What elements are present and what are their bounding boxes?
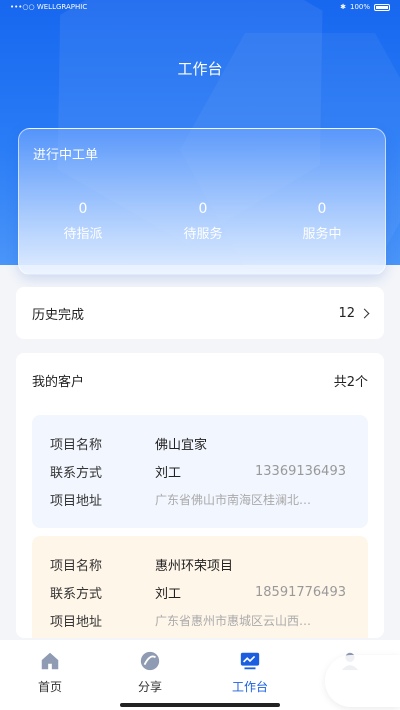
my-customers-section: 我的客户 共2个 项目名称 佛山宜家 联系方式 刘工 13369136493 项… bbox=[16, 353, 384, 638]
stat-pending-service[interactable]: 0 待服务 bbox=[158, 201, 248, 242]
work-order-title: 进行中工单 bbox=[33, 148, 99, 163]
project-name: 佛山宜家 bbox=[155, 437, 208, 453]
address-label: 项目地址 bbox=[50, 614, 103, 630]
history-count: 12 bbox=[338, 305, 355, 321]
project-card[interactable]: 项目名称 惠州环荣项目 联系方式 刘工 18591776493 项目地址 广东省… bbox=[32, 536, 368, 638]
contact-phone[interactable]: 13369136493 bbox=[255, 464, 346, 479]
tab-label: 首页 bbox=[37, 680, 62, 694]
project-address: 广东省佛山市南海区桂澜北… bbox=[155, 492, 312, 507]
floating-assistive-bubble[interactable] bbox=[325, 655, 400, 707]
home-icon bbox=[41, 652, 59, 670]
history-completed-row[interactable]: 历史完成 12 bbox=[16, 287, 384, 339]
customers-title: 我的客户 bbox=[32, 374, 85, 390]
status-bar: •••○○ WELLGRAPHIC ✱ 100% bbox=[0, 0, 400, 14]
carrier-text: •••○○ WELLGRAPHIC bbox=[10, 3, 88, 11]
page-title: 工作台 bbox=[177, 60, 223, 78]
stat-count: 0 bbox=[78, 201, 88, 217]
stat-label: 待服务 bbox=[183, 227, 223, 242]
tab-share[interactable]: 分享 bbox=[100, 640, 200, 710]
tab-home[interactable]: 首页 bbox=[0, 640, 100, 710]
workbench-icon bbox=[240, 652, 260, 670]
battery-text: 100% bbox=[349, 3, 370, 11]
share-icon bbox=[140, 651, 160, 671]
battery-icon bbox=[374, 3, 390, 11]
stat-in-service[interactable]: 0 服务中 bbox=[277, 201, 367, 242]
contact-phone[interactable]: 18591776493 bbox=[255, 585, 346, 600]
stat-label: 服务中 bbox=[302, 227, 342, 242]
project-card[interactable]: 项目名称 佛山宜家 联系方式 刘工 13369136493 项目地址 广东省佛山… bbox=[32, 415, 368, 528]
project-name-label: 项目名称 bbox=[50, 437, 103, 453]
chevron-right-icon bbox=[359, 308, 370, 318]
tab-label: 分享 bbox=[137, 680, 162, 694]
contact-name: 刘工 bbox=[155, 465, 182, 481]
contact-label: 联系方式 bbox=[50, 465, 103, 481]
project-name: 惠州环荣项目 bbox=[155, 558, 234, 574]
project-address: 广东省惠州市惠城区云山西… bbox=[155, 613, 312, 628]
project-name-label: 项目名称 bbox=[50, 558, 103, 574]
customers-total: 共2个 bbox=[333, 374, 368, 390]
contact-label: 联系方式 bbox=[50, 586, 103, 602]
stat-count: 0 bbox=[317, 201, 327, 217]
stat-label: 待指派 bbox=[63, 227, 103, 242]
stat-pending-assign[interactable]: 0 待指派 bbox=[38, 201, 128, 242]
tab-workbench[interactable]: 工作台 bbox=[200, 640, 300, 710]
stat-count: 0 bbox=[198, 201, 208, 217]
history-label: 历史完成 bbox=[32, 307, 85, 323]
home-indicator bbox=[120, 703, 280, 707]
tab-label: 工作台 bbox=[231, 680, 268, 694]
contact-name: 刘工 bbox=[155, 586, 182, 602]
bluetooth-icon: ✱ bbox=[340, 3, 346, 11]
work-order-card: 进行中工单 0 待指派 0 待服务 0 服务中 bbox=[18, 128, 386, 275]
address-label: 项目地址 bbox=[50, 493, 103, 509]
